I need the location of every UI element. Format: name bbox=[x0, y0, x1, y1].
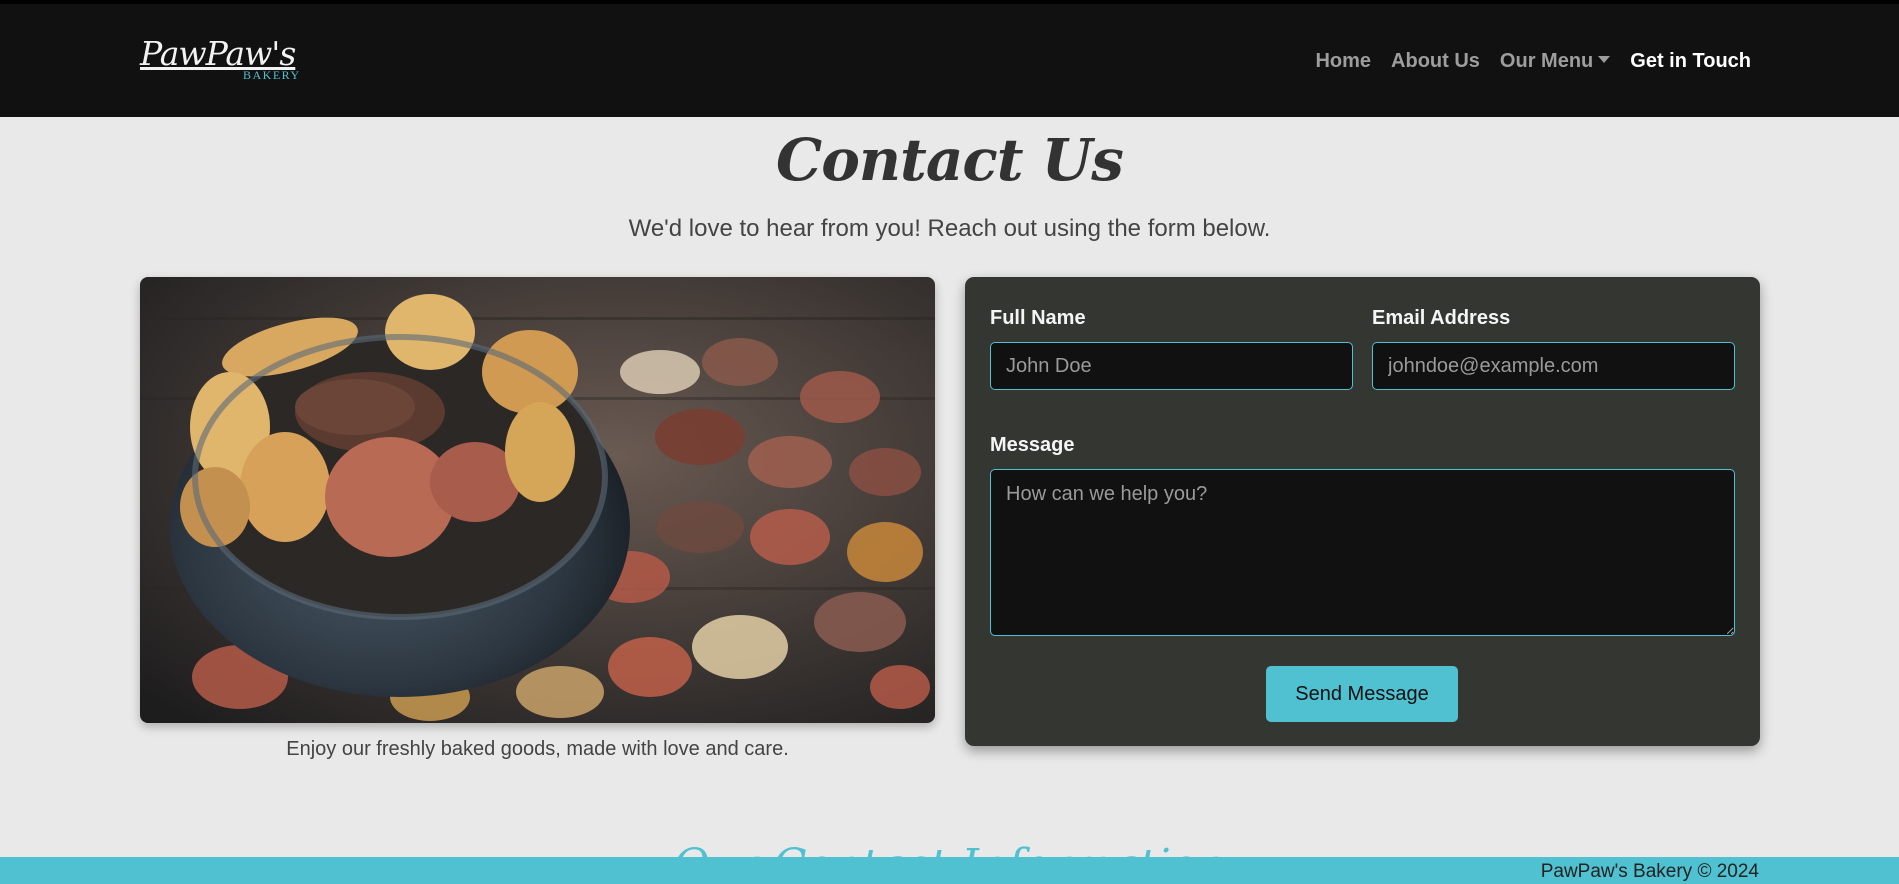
nav-link-get-in-touch[interactable]: Get in Touch bbox=[1630, 50, 1751, 73]
message-textarea[interactable] bbox=[990, 469, 1735, 636]
nav-link-about-us[interactable]: About Us bbox=[1391, 50, 1480, 73]
dog-treats-photo bbox=[140, 277, 935, 723]
full-name-input[interactable] bbox=[990, 342, 1353, 390]
full-name-label: Full Name bbox=[990, 307, 1086, 329]
page-subtitle: We'd love to hear from you! Reach out us… bbox=[628, 215, 1271, 242]
top-navbar: PawPaw's BAKERY Home About Us Our Menu G… bbox=[0, 0, 1899, 117]
logo-subtext: BAKERY bbox=[243, 68, 301, 82]
page-title: Contact Us bbox=[776, 126, 1124, 194]
nav-link-home[interactable]: Home bbox=[1315, 50, 1371, 73]
logo-script-text: PawPaw's bbox=[140, 34, 296, 73]
footer: PawPaw's Bakery © 2024 bbox=[0, 857, 1899, 884]
image-caption: Enjoy our freshly baked goods, made with… bbox=[286, 738, 789, 760]
nav-dropdown-label: Our Menu bbox=[1499, 50, 1594, 72]
nav-dropdown-our-menu[interactable]: Our Menu bbox=[1499, 50, 1611, 73]
message-label: Message bbox=[990, 434, 1075, 456]
caret-down-icon bbox=[1598, 56, 1611, 64]
email-label: Email Address bbox=[1372, 307, 1511, 329]
main-nav: Home About Us Our Menu Get in Touch bbox=[1315, 50, 1751, 73]
brand-logo[interactable]: PawPaw's BAKERY bbox=[140, 36, 320, 88]
footer-copyright: PawPaw's Bakery © 2024 bbox=[1540, 861, 1759, 882]
contact-form: Full Name Email Address Message Send Mes… bbox=[965, 277, 1760, 746]
send-message-button[interactable]: Send Message bbox=[1266, 666, 1458, 722]
bakery-image bbox=[140, 277, 935, 723]
email-input[interactable] bbox=[1372, 342, 1735, 390]
